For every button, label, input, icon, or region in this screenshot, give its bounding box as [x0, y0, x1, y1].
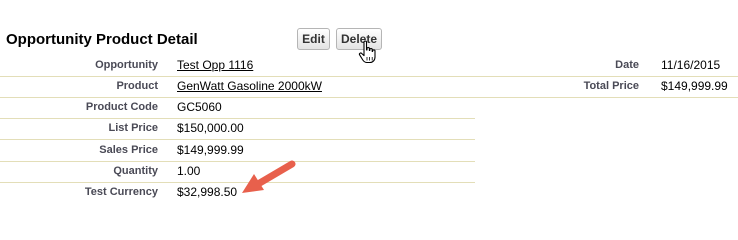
- field-label-test-currency: Test Currency: [84, 186, 158, 198]
- page-title: Opportunity Product Detail: [6, 31, 198, 48]
- field-label-date: Date: [615, 59, 639, 71]
- field-label-quantity: Quantity: [113, 165, 158, 177]
- detail-row-test-currency: Test Currency $32,998.50: [0, 182, 475, 203]
- field-value-sales-price: $149,999.99: [177, 143, 244, 157]
- detail-row-sales-price: Sales Price $149,999.99: [0, 140, 475, 162]
- detail-row-product-code: Product Code GC5060: [0, 97, 475, 119]
- detail-row-quantity: Quantity 1.00: [0, 161, 475, 183]
- product-link[interactable]: GenWatt Gasoline 2000kW: [177, 79, 322, 93]
- detail-row-product: Product GenWatt Gasoline 2000kW Total Pr…: [0, 76, 738, 98]
- field-value-list-price: $150,000.00: [177, 121, 244, 135]
- field-label-product-code: Product Code: [85, 101, 158, 113]
- field-label-list-price: List Price: [108, 122, 158, 134]
- opportunity-link[interactable]: Test Opp 1116: [177, 58, 253, 72]
- field-label-total-price: Total Price: [583, 80, 639, 92]
- field-label-sales-price: Sales Price: [99, 144, 158, 156]
- opportunity-product-detail-page: Opportunity Product Detail Edit Delete O…: [0, 0, 738, 203]
- hand-pointer-icon: [358, 40, 376, 64]
- field-value-test-currency: $32,998.50: [177, 185, 238, 199]
- detail-row-list-price: List Price $150,000.00: [0, 118, 475, 140]
- field-value-quantity: 1.00: [177, 164, 201, 178]
- field-value-total-price: $149,999.99: [661, 79, 728, 93]
- edit-button[interactable]: Edit: [297, 28, 330, 50]
- annotation-arrow-icon: [242, 160, 296, 193]
- field-value-product-code: GC5060: [177, 100, 222, 114]
- field-label-product: Product: [116, 80, 158, 92]
- field-value-date: 11/16/2015: [661, 58, 721, 72]
- field-label-opportunity: Opportunity: [95, 59, 158, 71]
